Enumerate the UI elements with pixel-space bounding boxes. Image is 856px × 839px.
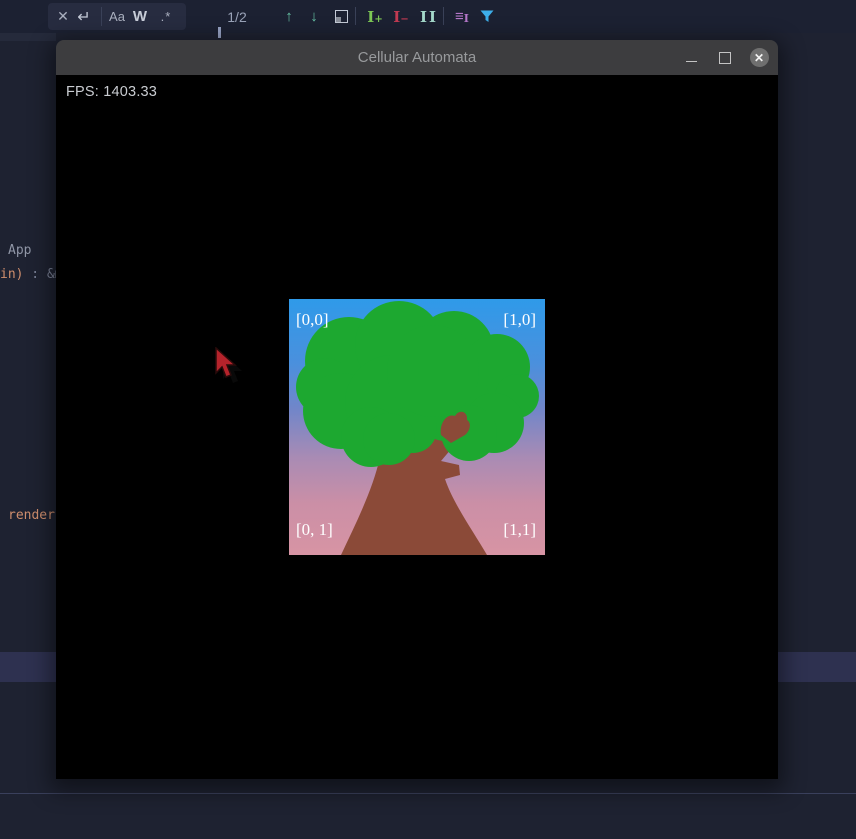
- enter-icon[interactable]: ↵: [74, 3, 94, 30]
- select-all-occurrences-button[interactable]: II: [418, 0, 440, 33]
- uv-label-top-left: [0,0]: [296, 310, 329, 330]
- funnel-icon: [480, 10, 494, 23]
- window-titlebar[interactable]: Cellular Automata ✕: [56, 40, 778, 75]
- ide-divider: [0, 793, 856, 794]
- minimize-icon: [686, 61, 697, 63]
- render-canvas: FPS: 1403.33: [56, 75, 778, 779]
- close-search-icon[interactable]: ✕: [55, 3, 71, 30]
- filter-icon[interactable]: [477, 0, 497, 33]
- code-fragment: render): [8, 508, 63, 523]
- previous-match-button[interactable]: ↑: [280, 0, 298, 33]
- editor-search-toolbar: ✕ ↵ Aa W .* 1/2 ↑ ↓ I+ I− II ≡I: [0, 0, 856, 33]
- toolbar-divider: [443, 7, 444, 25]
- match-counter: 1/2: [220, 0, 254, 33]
- text-caret: [218, 27, 221, 38]
- next-match-button[interactable]: ↓: [305, 0, 323, 33]
- uv-label-bottom-right: [1,1]: [503, 520, 536, 540]
- search-in-selection-toggle[interactable]: [332, 0, 350, 33]
- editor-strip: [0, 33, 56, 41]
- tree-graphic: [289, 299, 545, 555]
- search-options-panel: ✕ ↵ Aa W .*: [48, 3, 186, 30]
- uv-label-top-right: [1,0]: [503, 310, 536, 330]
- selection-square-icon: [335, 10, 348, 23]
- code-fragment: App: [8, 243, 31, 258]
- uv-label-bottom-left: [0, 1]: [296, 520, 333, 540]
- close-button[interactable]: ✕: [749, 40, 769, 75]
- fps-counter: FPS: 1403.33: [66, 84, 157, 100]
- add-cursor-button[interactable]: I+: [364, 0, 386, 33]
- minimize-button[interactable]: [684, 40, 698, 75]
- cursor-from-lines-button[interactable]: ≡I: [450, 0, 474, 33]
- close-icon: ✕: [750, 48, 769, 67]
- toolbar-divider: [355, 7, 356, 25]
- whole-words-toggle[interactable]: W: [130, 3, 150, 30]
- cellular-automata-window: Cellular Automata ✕ FPS: 1403.33: [56, 40, 778, 779]
- maximize-icon: [719, 52, 731, 64]
- tree-texture-quad: [0,0] [1,0] [0, 1] [1,1]: [289, 299, 545, 555]
- regex-toggle[interactable]: .*: [154, 3, 178, 30]
- toolbar-divider: [101, 7, 102, 26]
- match-case-toggle[interactable]: Aa: [106, 3, 128, 30]
- window-title: Cellular Automata: [56, 40, 778, 75]
- maximize-button[interactable]: [718, 40, 732, 75]
- mouse-cursor-icon: [213, 347, 247, 383]
- remove-cursor-button[interactable]: I−: [390, 0, 412, 33]
